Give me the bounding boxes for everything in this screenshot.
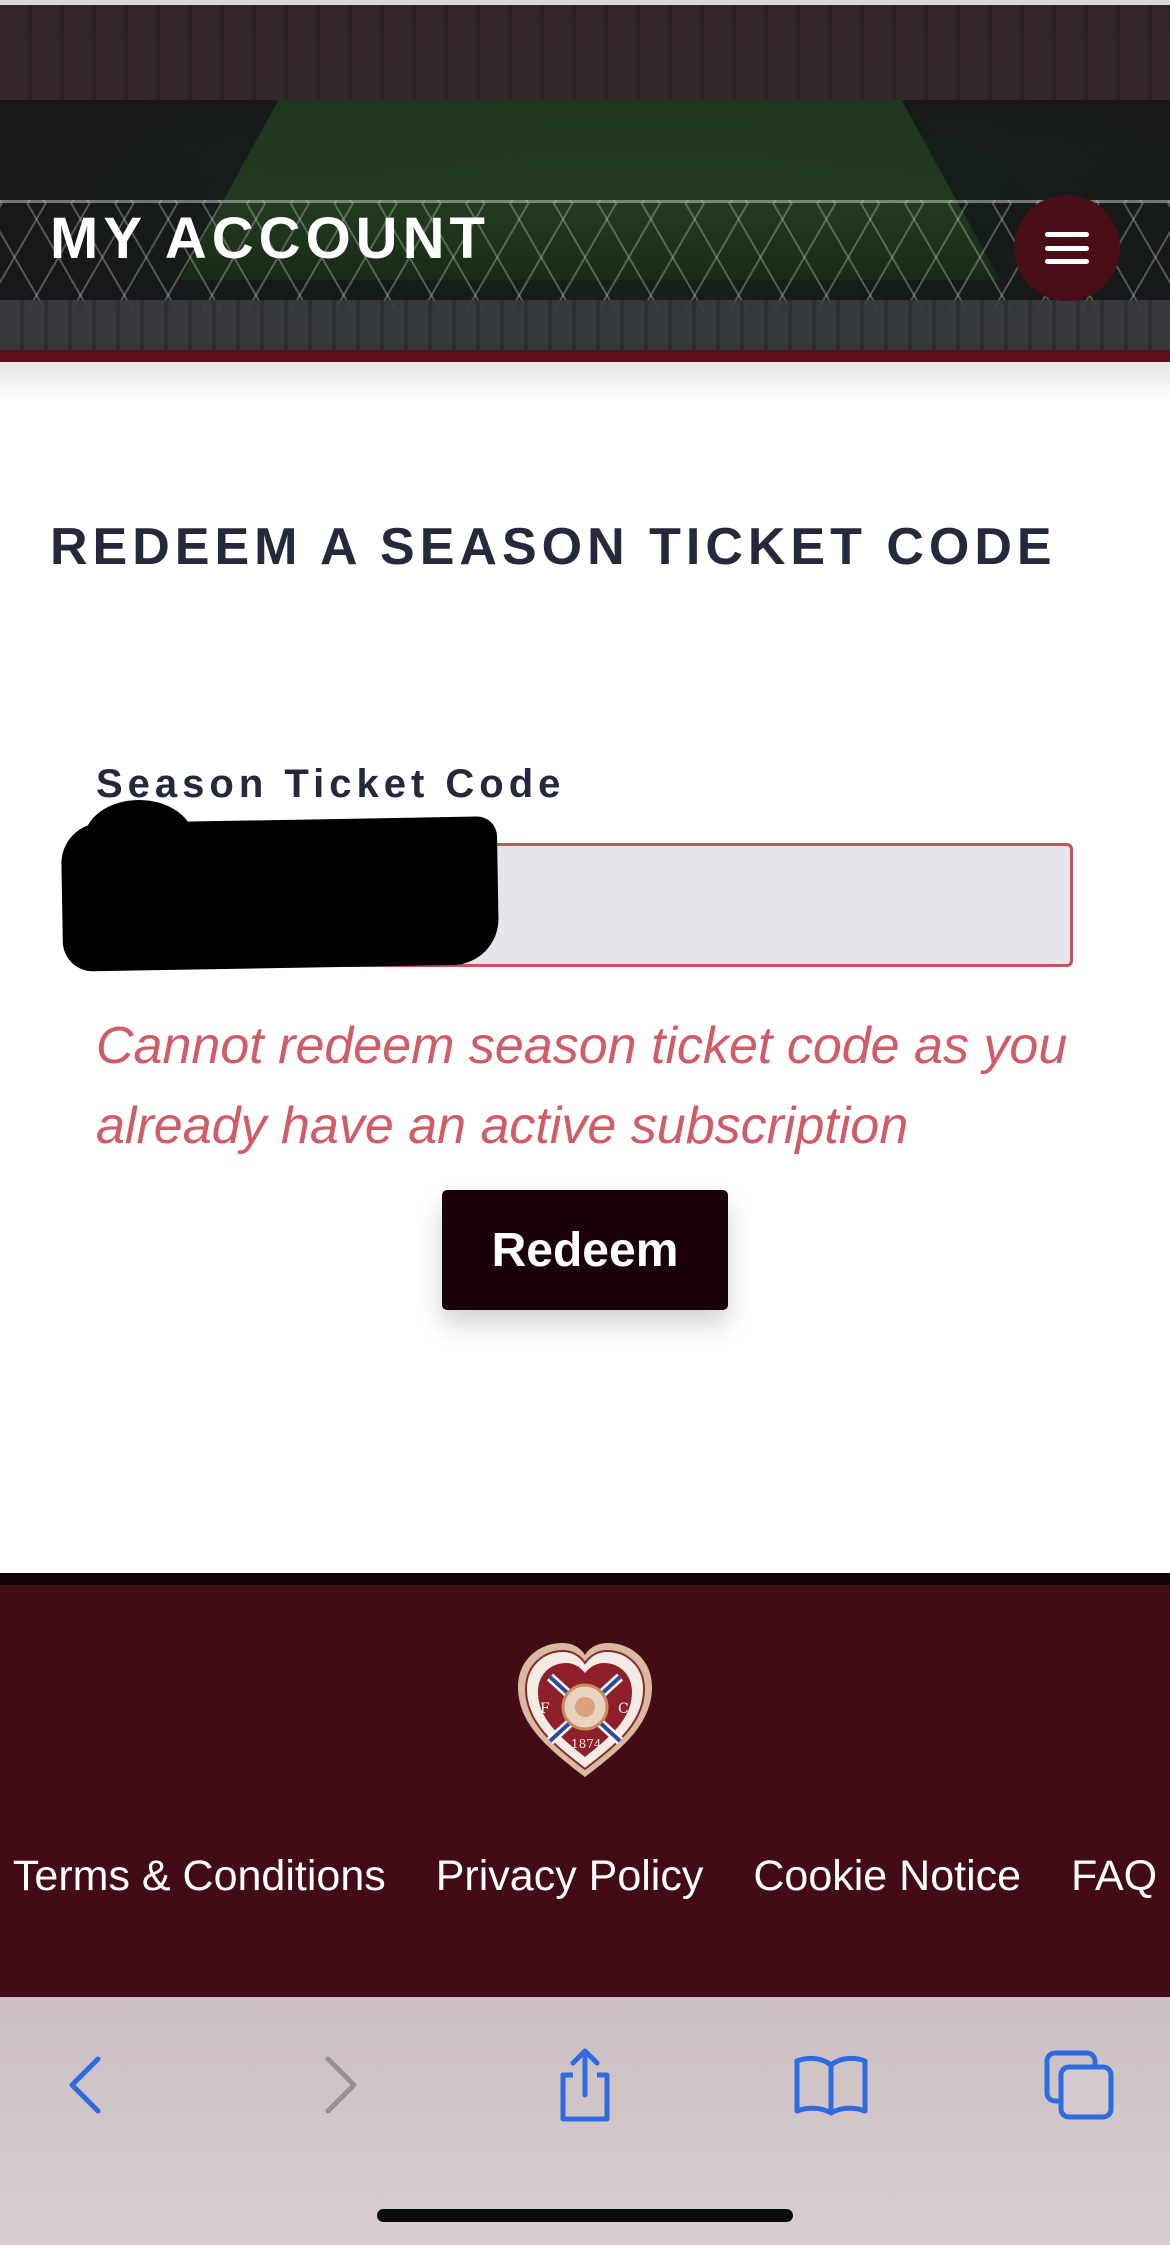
error-message: Cannot redeem season ticket code as you … bbox=[96, 1017, 1068, 1155]
terms-conditions-link[interactable]: Terms & Conditions bbox=[13, 1847, 386, 1905]
tabs-button[interactable] bbox=[1039, 2045, 1119, 2125]
footer: H M F C 1874 Terms & Conditions Privacy … bbox=[0, 1585, 1170, 1997]
redaction-mark bbox=[60, 816, 500, 972]
section-title: REDEEM A SEASON TICKET CODE bbox=[50, 518, 1057, 576]
footer-divider bbox=[0, 1573, 1170, 1585]
tabs-icon bbox=[1044, 2050, 1114, 2120]
header-accent-line bbox=[0, 350, 1170, 362]
back-icon bbox=[69, 2056, 101, 2114]
home-indicator[interactable] bbox=[377, 2209, 793, 2222]
footer-links: Terms & Conditions Privacy Policy Cookie… bbox=[0, 1847, 1170, 1905]
page-title: MY ACCOUNT bbox=[50, 206, 490, 271]
bookmarks-button[interactable] bbox=[791, 2045, 871, 2125]
back-button[interactable] bbox=[46, 2045, 126, 2125]
crest-letter: M bbox=[592, 1665, 606, 1681]
club-crest-logo: H M F C 1874 bbox=[518, 1643, 652, 1777]
crest-year: 1874 bbox=[571, 1737, 602, 1751]
stadium-stand-image bbox=[0, 300, 1170, 350]
menu-button[interactable] bbox=[1014, 195, 1120, 301]
forward-icon bbox=[325, 2056, 357, 2114]
crest-letter: C bbox=[618, 1701, 629, 1717]
bookmarks-icon bbox=[794, 2055, 868, 2116]
privacy-policy-link[interactable]: Privacy Policy bbox=[436, 1847, 704, 1905]
faq-link[interactable]: FAQ bbox=[1071, 1847, 1157, 1905]
browser-toolbar bbox=[0, 1997, 1170, 2245]
crest-letter: H bbox=[568, 1665, 580, 1681]
redeem-button[interactable]: Redeem bbox=[442, 1190, 728, 1310]
share-icon bbox=[560, 2048, 610, 2122]
page-header: MY ACCOUNT bbox=[0, 0, 1170, 362]
crest-letter: F bbox=[540, 1701, 550, 1717]
cookie-notice-link[interactable]: Cookie Notice bbox=[753, 1847, 1021, 1905]
share-button[interactable] bbox=[545, 2045, 625, 2125]
stadium-seats-image bbox=[0, 5, 1170, 100]
header-shadow bbox=[0, 362, 1170, 402]
forward-button[interactable] bbox=[300, 2045, 380, 2125]
season-ticket-code-label: Season Ticket Code bbox=[96, 762, 566, 806]
hamburger-menu-icon bbox=[1045, 232, 1089, 264]
